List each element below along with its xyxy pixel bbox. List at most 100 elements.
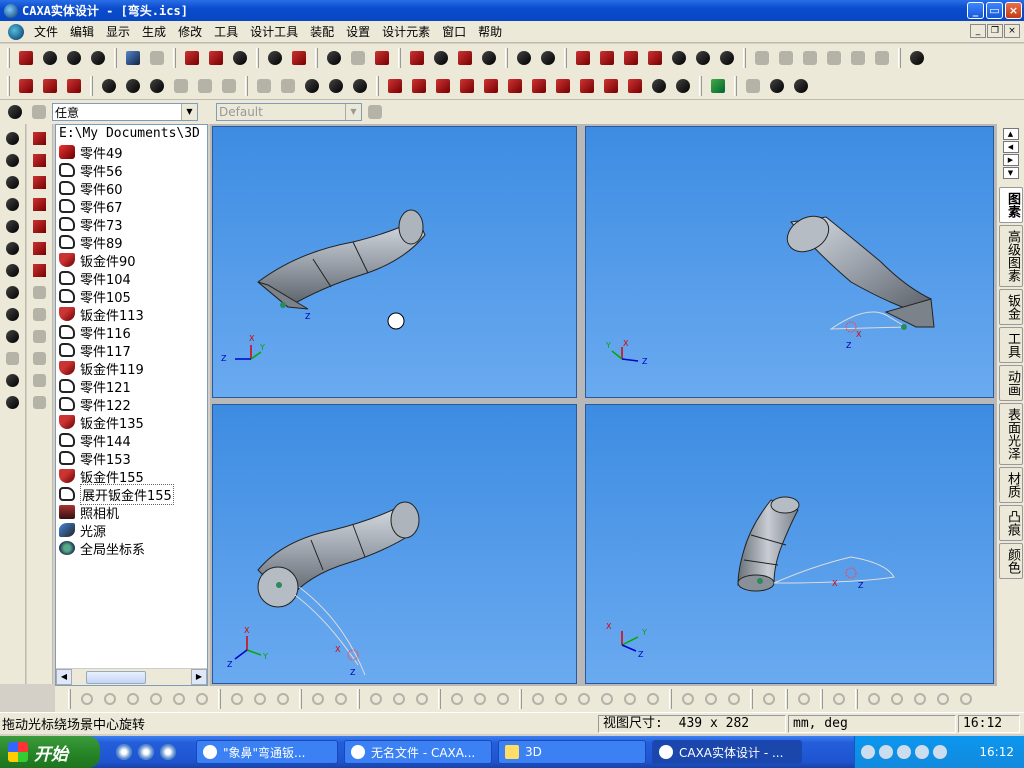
- view-iso-icon[interactable]: [528, 75, 550, 97]
- tree-item[interactable]: 零件60: [56, 179, 207, 198]
- tab-design-element-8[interactable]: 颜色: [999, 543, 1023, 579]
- tree-item[interactable]: 零件121: [56, 377, 207, 396]
- text-draw-icon[interactable]: [30, 260, 50, 280]
- tree-item[interactable]: 零件122: [56, 395, 207, 414]
- sketch-draw-icon[interactable]: [30, 128, 50, 148]
- tree-item[interactable]: 全局坐标系: [56, 539, 207, 558]
- tab-prev-icon[interactable]: ◀: [1002, 141, 1019, 153]
- tree-item[interactable]: 零件89: [56, 233, 207, 252]
- keyboard-icon[interactable]: [861, 745, 875, 759]
- new-icon[interactable]: [15, 47, 37, 69]
- plane-icon[interactable]: [596, 47, 618, 69]
- edit-view-icon[interactable]: [3, 392, 23, 412]
- design-tree-icon[interactable]: [264, 47, 286, 69]
- tab-design-element-1[interactable]: 高级图素: [999, 225, 1023, 287]
- look-at-icon[interactable]: [3, 260, 23, 280]
- minimize-button[interactable]: _: [967, 2, 984, 19]
- dimension-icon[interactable]: [537, 47, 559, 69]
- task-sheet-metal-doc[interactable]: "象鼻"弯通钣...: [196, 740, 338, 764]
- tree-item[interactable]: 钣金件119: [56, 359, 207, 378]
- dynamic-rotate-icon[interactable]: [3, 194, 23, 214]
- loft-icon[interactable]: [478, 47, 500, 69]
- cut-solid-icon[interactable]: [301, 75, 323, 97]
- elbow-model-view-2[interactable]: X Z X Y Z: [586, 127, 994, 398]
- view-normal-icon[interactable]: [552, 75, 574, 97]
- zoom-fit-icon[interactable]: [600, 75, 622, 97]
- wrench-icon[interactable]: [906, 47, 928, 69]
- sweep-icon[interactable]: [454, 47, 476, 69]
- viewport-2[interactable]: X Z X Y Z: [585, 126, 994, 398]
- paste-icon[interactable]: [229, 47, 251, 69]
- doc-restore-button[interactable]: ❐: [987, 24, 1003, 38]
- point-icon[interactable]: [620, 47, 642, 69]
- elbow-model-view-3[interactable]: X Z X Y Z: [213, 405, 577, 684]
- curve-icon[interactable]: [644, 47, 666, 69]
- new-drawing-icon[interactable]: [39, 47, 61, 69]
- tab-design-element-2[interactable]: 钣金: [999, 289, 1023, 325]
- mirror-icon[interactable]: [692, 47, 714, 69]
- text-icon[interactable]: [513, 47, 535, 69]
- material-icon[interactable]: [371, 47, 393, 69]
- box-icon[interactable]: [30, 172, 50, 192]
- sheet-corner-icon[interactable]: [63, 75, 85, 97]
- tab-design-element-6[interactable]: 材质: [999, 467, 1023, 503]
- menu-design-tools[interactable]: 设计工具: [244, 23, 304, 40]
- select-arrow-icon[interactable]: [4, 101, 26, 123]
- save-icon[interactable]: [87, 47, 109, 69]
- tray-app-icon[interactable]: [879, 745, 893, 759]
- surface-icon[interactable]: [668, 47, 690, 69]
- menu-help[interactable]: 帮助: [472, 23, 508, 40]
- redo-icon[interactable]: [146, 47, 168, 69]
- orbit-icon[interactable]: [3, 150, 23, 170]
- viewport-3[interactable]: X Z X Y Z: [212, 404, 577, 684]
- pan-move-icon[interactable]: [3, 128, 23, 148]
- tab-design-element-3[interactable]: 工具: [999, 327, 1023, 363]
- trim-icon[interactable]: [716, 47, 738, 69]
- tree-item[interactable]: 零件56: [56, 161, 207, 180]
- tab-first-icon[interactable]: ▲: [1002, 128, 1019, 140]
- tree-item[interactable]: 零件73: [56, 215, 207, 234]
- view-bottom-icon[interactable]: [456, 75, 478, 97]
- undo-icon[interactable]: [122, 47, 144, 69]
- shell-icon[interactable]: [146, 75, 168, 97]
- task-3d-folder[interactable]: 3D: [498, 740, 646, 764]
- rectangle-icon[interactable]: [30, 150, 50, 170]
- measure-icon[interactable]: [648, 75, 670, 97]
- sheet-bend-icon[interactable]: [15, 75, 37, 97]
- snap-icon[interactable]: [308, 689, 328, 709]
- volume-icon[interactable]: [933, 745, 947, 759]
- task-caxa[interactable]: CAXA实体设计 - ...: [652, 740, 802, 764]
- scroll-right-icon[interactable]: ▶: [191, 669, 207, 685]
- menu-assembly[interactable]: 装配: [304, 23, 340, 40]
- tab-design-element-7[interactable]: 凸痕: [999, 505, 1023, 541]
- maximize-button[interactable]: ▭: [986, 2, 1003, 19]
- view-right-icon[interactable]: [504, 75, 526, 97]
- view-front-icon[interactable]: [384, 75, 406, 97]
- tree-item[interactable]: 光源: [56, 521, 207, 540]
- sheet-flange-icon[interactable]: [39, 75, 61, 97]
- line-icon[interactable]: [30, 216, 50, 236]
- tree-item[interactable]: 钣金件135: [56, 413, 207, 432]
- scroll-thumb[interactable]: [86, 670, 146, 684]
- network-icon[interactable]: [915, 745, 929, 759]
- menu-tools[interactable]: 工具: [208, 23, 244, 40]
- umbrella-icon[interactable]: [897, 745, 911, 759]
- camera-target-icon[interactable]: [3, 370, 23, 390]
- analysis-icon[interactable]: [672, 75, 694, 97]
- doc-close-button[interactable]: ×: [1004, 24, 1020, 38]
- menu-modify[interactable]: 修改: [172, 23, 208, 40]
- media-icon[interactable]: [160, 744, 176, 760]
- center-view-icon[interactable]: [3, 282, 23, 302]
- copy-icon[interactable]: [205, 47, 227, 69]
- selection-filter-select[interactable]: 任意 ▼: [52, 103, 198, 121]
- elbow-model-view-1[interactable]: Z X Y Z: [213, 127, 577, 398]
- select-box-icon[interactable]: [28, 101, 50, 123]
- chamfer-icon[interactable]: [122, 75, 144, 97]
- sketch-icon[interactable]: [572, 47, 594, 69]
- walk-icon[interactable]: [3, 172, 23, 192]
- scroll-left-icon[interactable]: ◀: [56, 669, 72, 685]
- camera-view-icon[interactable]: [3, 326, 23, 346]
- extrude-icon[interactable]: [406, 47, 428, 69]
- tab-next-icon[interactable]: ▶: [1002, 154, 1019, 166]
- doc-minimize-button[interactable]: _: [970, 24, 986, 38]
